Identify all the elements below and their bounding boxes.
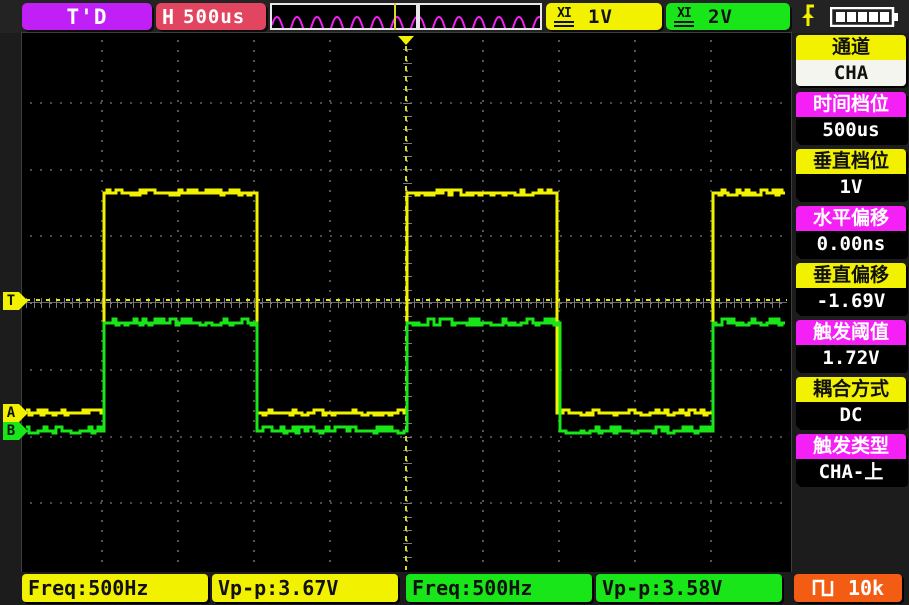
menu-item-horizontal-offset[interactable]: 水平偏移 0.00ns bbox=[796, 206, 906, 257]
measurement-cha-freq[interactable]: Freq:500Hz bbox=[22, 574, 208, 602]
channel-a-ground-marker-label: A bbox=[3, 404, 19, 422]
menu-item-horizontal-offset-label: 水平偏移 bbox=[796, 206, 906, 231]
measurement-cha-vpp[interactable]: Vp-p:3.67V bbox=[212, 574, 398, 602]
trigger-level-marker[interactable]: T bbox=[3, 292, 28, 310]
sine-preview-icon bbox=[420, 16, 540, 28]
vertical-scale-icon: XI bbox=[674, 7, 694, 27]
header-bar: T'D H 500us XI 1V XI 2V bbox=[0, 0, 909, 33]
signal-generator-badge[interactable]: 10k bbox=[794, 574, 902, 602]
sine-preview-icon bbox=[272, 16, 416, 28]
timebase-label: 500us bbox=[183, 5, 246, 28]
channel-a-ground-marker-tip bbox=[19, 404, 28, 422]
channel-a-ground-marker[interactable]: A bbox=[3, 404, 28, 422]
trigger-level-marker-label: T bbox=[3, 292, 19, 310]
cha-vertical-scale-button[interactable]: XI 1V bbox=[546, 3, 662, 30]
measurement-chb-freq[interactable]: Freq:500Hz bbox=[406, 574, 592, 602]
menu-item-coupling[interactable]: 耦合方式 DC bbox=[796, 377, 906, 428]
menu-item-trigger-type[interactable]: 触发类型 CHA-上 bbox=[796, 434, 906, 485]
menu-item-channel-label: 通道 bbox=[796, 35, 906, 60]
run-mode-badge[interactable]: T'D bbox=[22, 3, 152, 30]
run-mode-label: T'D bbox=[66, 4, 108, 29]
rising-edge-icon[interactable] bbox=[798, 4, 820, 30]
horizontal-timebase-icon: H bbox=[162, 4, 176, 29]
menu-item-vertical-offset-label: 垂直偏移 bbox=[796, 263, 906, 288]
menu-item-vertical-scale-value: 1V bbox=[796, 174, 906, 200]
chb-vertical-scale-label: 2V bbox=[708, 5, 733, 28]
chb-vertical-scale-button[interactable]: XI 2V bbox=[666, 3, 790, 30]
menu-item-trigger-threshold-label: 触发阈值 bbox=[796, 320, 906, 345]
waveform-plot[interactable] bbox=[26, 36, 790, 571]
signal-generator-value: 10k bbox=[847, 576, 885, 600]
preview-trigger-line bbox=[394, 3, 396, 30]
menu-item-timebase-label: 时间档位 bbox=[796, 92, 906, 117]
menu-item-vertical-offset-value: -1.69V bbox=[796, 288, 906, 314]
side-menu: 通道 CHA 时间档位 500us 垂直档位 1V 水平偏移 0.00ns 垂直… bbox=[793, 35, 909, 569]
menu-item-vertical-offset[interactable]: 垂直偏移 -1.69V bbox=[796, 263, 906, 314]
timebase-button[interactable]: H 500us bbox=[156, 3, 266, 30]
menu-item-trigger-type-value: CHA-上 bbox=[796, 459, 906, 485]
waveform-preview-right bbox=[418, 3, 542, 30]
menu-item-trigger-threshold-value: 1.72V bbox=[796, 345, 906, 371]
menu-item-vertical-scale-label: 垂直档位 bbox=[796, 149, 906, 174]
channel-b-ground-marker-tip bbox=[19, 422, 28, 440]
menu-item-vertical-scale[interactable]: 垂直档位 1V bbox=[796, 149, 906, 200]
measurement-chb-vpp[interactable]: Vp-p:3.58V bbox=[596, 574, 782, 602]
measurement-bar: Freq:500Hz Vp-p:3.67V Freq:500Hz Vp-p:3.… bbox=[0, 572, 909, 605]
square-wave-icon bbox=[812, 579, 834, 597]
waveform-canvas bbox=[26, 36, 790, 571]
channel-b-ground-marker-label: B bbox=[3, 422, 19, 440]
trigger-level-marker-tip bbox=[19, 292, 28, 310]
menu-item-timebase-value: 500us bbox=[796, 117, 906, 143]
menu-item-channel[interactable]: 通道 CHA bbox=[796, 35, 906, 86]
menu-item-trigger-threshold[interactable]: 触发阈值 1.72V bbox=[796, 320, 906, 371]
menu-item-channel-value: CHA bbox=[796, 60, 906, 86]
vertical-scale-icon: XI bbox=[554, 7, 574, 27]
menu-item-coupling-label: 耦合方式 bbox=[796, 377, 906, 402]
menu-item-timebase[interactable]: 时间档位 500us bbox=[796, 92, 906, 143]
channel-b-ground-marker[interactable]: B bbox=[3, 422, 28, 440]
menu-item-coupling-value: DC bbox=[796, 402, 906, 428]
trigger-position-icon bbox=[398, 36, 414, 45]
menu-item-horizontal-offset-value: 0.00ns bbox=[796, 231, 906, 257]
menu-item-trigger-type-label: 触发类型 bbox=[796, 434, 906, 459]
battery-full-icon bbox=[830, 7, 898, 27]
cha-vertical-scale-label: 1V bbox=[588, 5, 613, 28]
